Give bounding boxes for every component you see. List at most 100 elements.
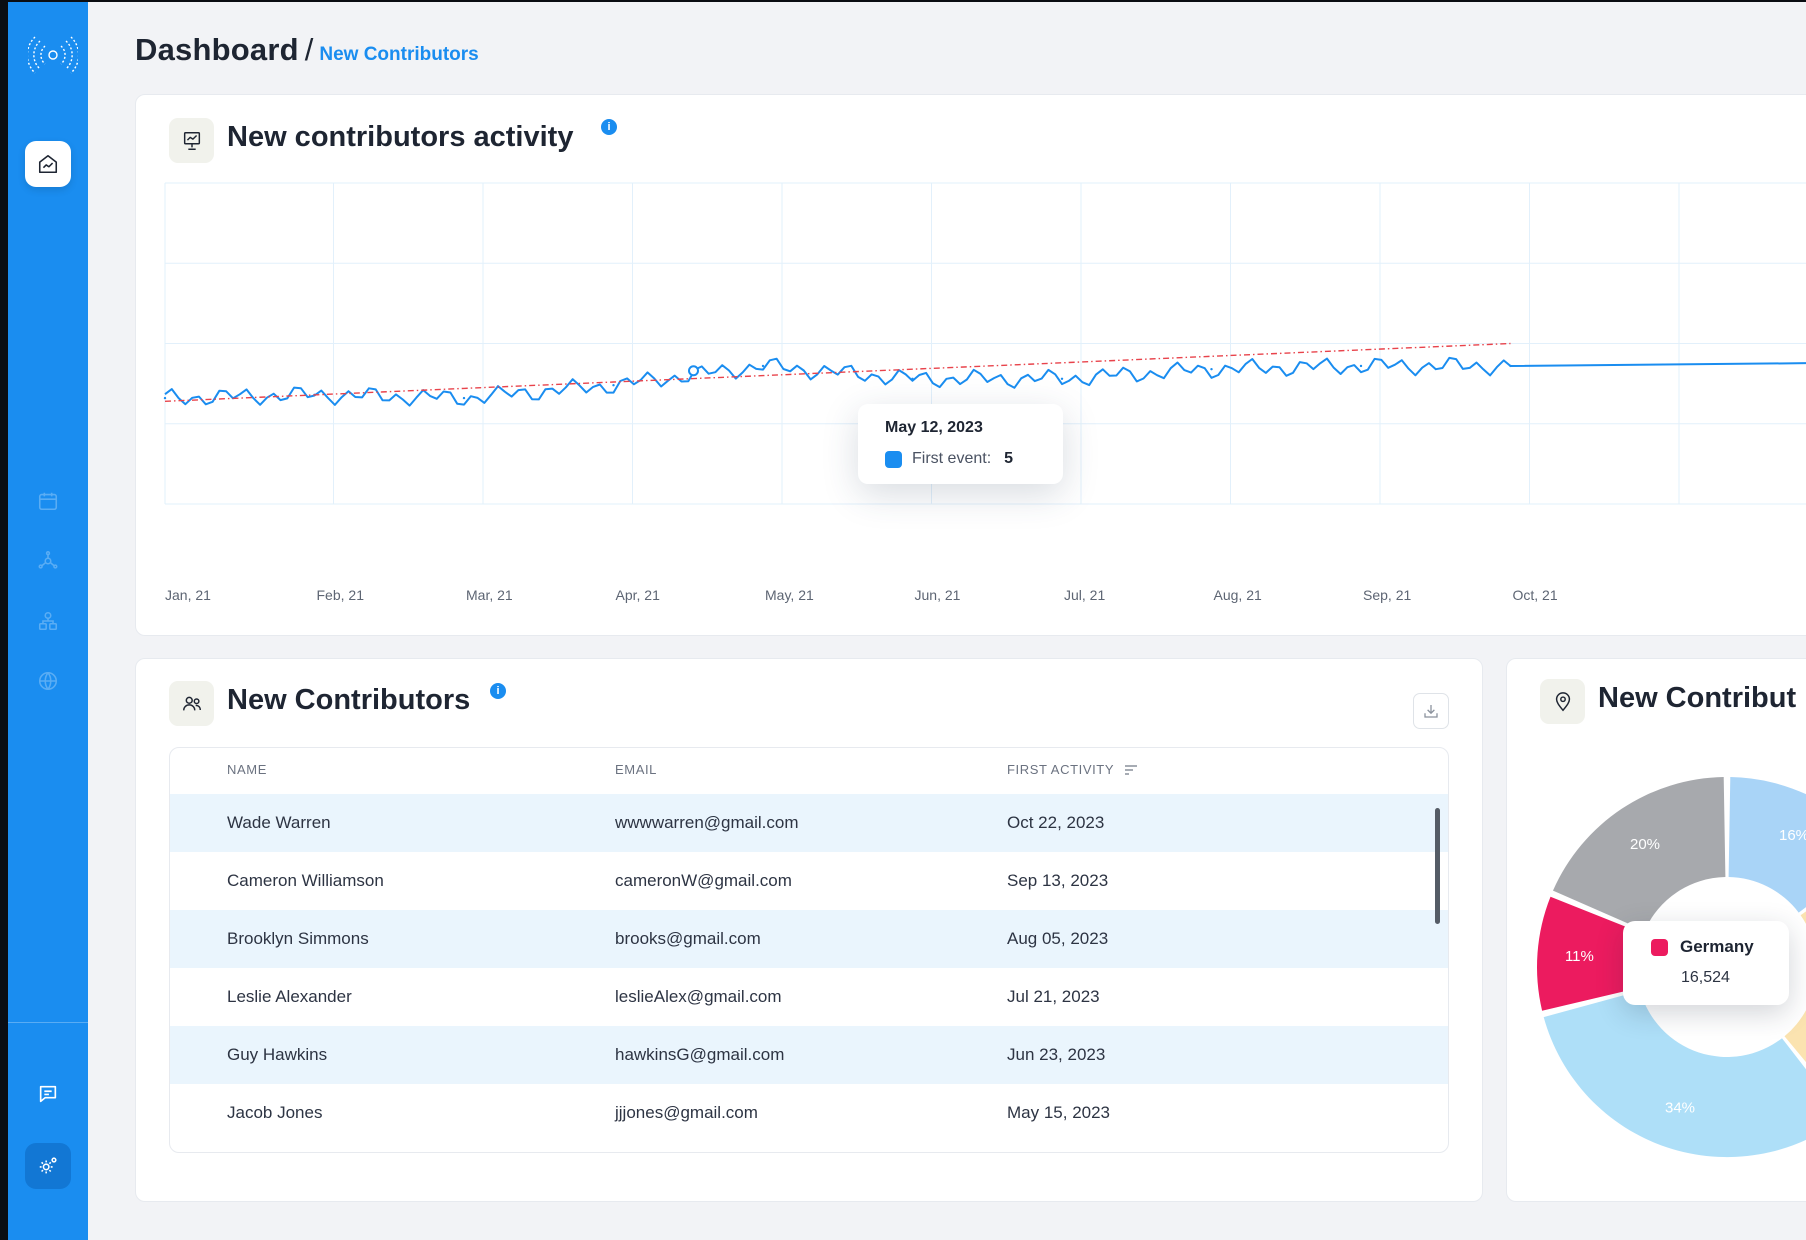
x-tick-label: Sep, 21 — [1363, 587, 1412, 603]
column-header-name[interactable]: NAME — [227, 762, 267, 777]
contributors-info-icon[interactable]: i — [490, 683, 506, 699]
download-icon — [1424, 705, 1438, 718]
calendar-icon — [38, 492, 58, 511]
chart-tooltip: May 12, 2023 First event: 5 — [858, 404, 1063, 484]
cell-name: Brooklyn Simmons — [227, 929, 369, 948]
x-tick-label: Jan, 21 — [165, 587, 211, 603]
cell-name: Cameron Williamson — [227, 871, 384, 890]
data-point — [911, 377, 914, 381]
cell-name: Leslie Alexander — [227, 987, 352, 1006]
table-row[interactable]: Cameron Williamson cameronW@gmail.com Sep … — [170, 852, 1448, 910]
cell-name: Wade Warren — [227, 813, 331, 832]
breadcrumb: Dashboard / New Contributors — [135, 32, 479, 68]
cell-first-activity: Oct 22, 2023 — [1007, 813, 1105, 832]
cell-email: hawkinsG@gmail.com — [615, 1045, 785, 1064]
sort-icon[interactable] — [1124, 764, 1138, 776]
x-tick-label: May, 21 — [765, 587, 814, 603]
x-tick-label: Mar, 21 — [466, 587, 513, 603]
org-chart-icon — [38, 611, 58, 631]
tooltip-label: First event: — [912, 450, 992, 467]
nav-calendar-button[interactable] — [30, 483, 66, 519]
table-row[interactable]: Leslie Alexander leslieAlex@gmail.com Jul … — [170, 968, 1448, 1026]
cell-email: leslieAlex@gmail.com — [615, 987, 782, 1006]
globe-icon — [38, 671, 58, 691]
network-icon — [38, 551, 58, 569]
download-button[interactable] — [1413, 693, 1449, 729]
cell-email: wwwwarren@gmail.com — [615, 813, 799, 832]
data-point — [462, 396, 466, 400]
column-header-email[interactable]: EMAIL — [615, 762, 657, 777]
sidebar — [8, 2, 88, 1240]
cell-first-activity: Jun 23, 2023 — [1007, 1045, 1106, 1064]
nav-messages-button[interactable] — [25, 1071, 71, 1117]
table-header: NAME EMAIL FIRST ACTIVITY — [170, 748, 1448, 794]
cell-first-activity: May 15, 2023 — [1007, 1103, 1111, 1122]
donut-tooltip-row: Germany — [1651, 937, 1754, 957]
nav-network-button[interactable] — [30, 543, 66, 579]
donut-tooltip-country: Germany — [1680, 937, 1754, 956]
breadcrumb-separator: / — [304, 32, 314, 67]
table-scrollbar[interactable] — [1435, 808, 1440, 924]
donut-slice[interactable] — [1543, 990, 1806, 1158]
x-tick-label: Oct, 21 — [1512, 587, 1558, 603]
contributors-table: NAME EMAIL FIRST ACTIVITY Wade Warren www… — [169, 747, 1449, 1153]
x-tick-label: Jul, 21 — [1064, 587, 1106, 603]
tooltip-swatch — [885, 450, 902, 468]
column-header-label: EMAIL — [615, 762, 658, 777]
chart-home-icon — [38, 154, 58, 174]
donut-slice-label: 34% — [1665, 1099, 1695, 1116]
cell-first-activity: Jul 21, 2023 — [1007, 987, 1100, 1006]
x-tick-label: Apr, 21 — [615, 587, 660, 603]
donut-tooltip-value: 16,524 — [1681, 969, 1730, 986]
gear-icon — [39, 1157, 57, 1174]
donut-tooltip-swatch — [1651, 938, 1668, 956]
donut-slice[interactable] — [1728, 777, 1806, 913]
data-point — [612, 384, 615, 387]
users-icon — [169, 681, 214, 726]
nav-globe-button[interactable] — [30, 663, 66, 699]
main-content: Dashboard / New Contributors New contrib… — [88, 2, 1806, 1240]
donut-slice-label: 16% — [1779, 827, 1806, 844]
cell-email: cameronW@gmail.com — [615, 871, 792, 890]
nav-dashboard-button[interactable] — [25, 141, 71, 187]
donut-slice-label: 11% — [1565, 948, 1594, 965]
data-point — [1359, 364, 1363, 368]
tooltip-value: 5 — [1004, 450, 1014, 467]
column-header-first-activity[interactable]: FIRST ACTIVITY — [1007, 762, 1138, 777]
broadcast-logo-icon[interactable] — [26, 30, 80, 80]
cell-first-activity: Aug 05, 2023 — [1007, 929, 1109, 948]
column-header-label: FIRST ACTIVITY — [1007, 762, 1115, 777]
breadcrumb-root-link[interactable]: Dashboard — [135, 32, 299, 68]
cell-name: Guy Hawkins — [227, 1045, 328, 1064]
tooltip-date: May 12, 2023 — [885, 419, 983, 436]
x-tick-label: Jun, 21 — [914, 587, 961, 603]
donut-slice[interactable] — [1553, 777, 1726, 931]
x-tick-label: Feb, 21 — [316, 587, 364, 603]
series-line — [164, 356, 1806, 407]
nav-settings-button[interactable] — [25, 1143, 71, 1189]
cell-first-activity: Sep 13, 2023 — [1007, 871, 1109, 890]
cell-email: jjjones@gmail.com — [615, 1103, 758, 1122]
data-point — [163, 396, 167, 400]
breadcrumb-current: New Contributors — [319, 44, 479, 65]
cell-name: Jacob Jones — [227, 1103, 323, 1122]
geo-card: New Contribut 20%16%26%34%11% Germany 16… — [1506, 658, 1806, 1202]
table-row[interactable]: Brooklyn Simmons brooks@gmail.com Aug 05, … — [170, 910, 1448, 968]
chat-icon — [39, 1085, 57, 1103]
data-point — [761, 364, 765, 368]
column-header-label: NAME — [227, 762, 267, 777]
data-point — [1509, 364, 1512, 368]
donut-slice-label: 20% — [1630, 836, 1660, 853]
data-point — [1060, 377, 1064, 381]
donut-tooltip: Germany 16,524 — [1623, 921, 1789, 1005]
contributors-title: New Contributors — [227, 684, 471, 716]
data-point — [1210, 367, 1213, 371]
nav-users-button[interactable] — [30, 603, 66, 639]
tooltip-row: First event: 5 — [885, 450, 1013, 468]
table-row[interactable]: Wade Warren wwwwarren@gmail.com Oct 22, 20… — [170, 794, 1448, 852]
x-tick-label: Aug, 21 — [1213, 587, 1262, 603]
hover-marker[interactable] — [688, 365, 699, 377]
table-row[interactable]: Jacob Jones jjjones@gmail.com May 15, 2023 — [170, 1084, 1448, 1142]
activity-card: New contributors activity i May 12, 2023… — [135, 94, 1806, 636]
table-row[interactable]: Guy Hawkins hawkinsG@gmail.com Jun 23, 202… — [170, 1026, 1448, 1084]
